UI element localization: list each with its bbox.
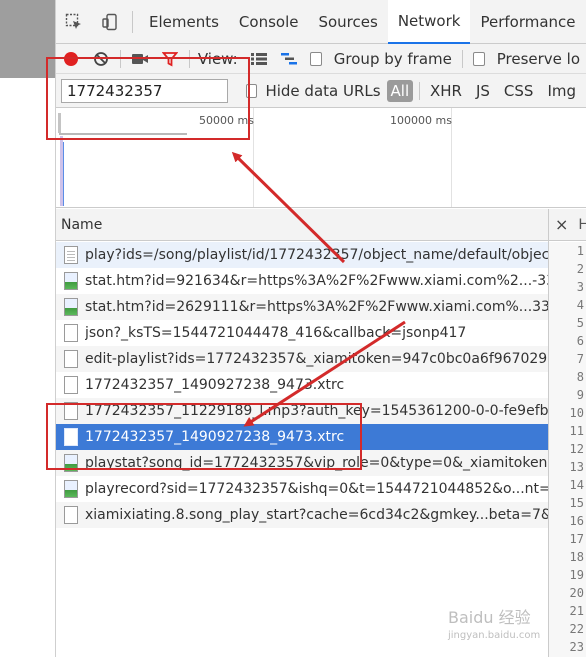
request-list: play?ids=/song/playlist/id/1772432357/ob… [56,242,548,528]
inspect-element-icon[interactable] [56,0,92,44]
group-by-frame-label: Group by frame [333,49,452,68]
line-number-gutter: 1 2 3 4 5 6 7 8 9 10 11 12 13 14 15 16 17 18 19 20 21 22 23 [549,242,586,657]
file-icon [64,376,78,394]
request-row[interactable]: xiamixiating.8.song_play_start?cache=6cd… [56,502,548,528]
waterfall-icon[interactable] [274,44,304,74]
overview-activity [63,142,64,206]
tab-console[interactable]: Console [229,0,309,44]
name-column-label: Name [61,216,103,233]
tab-elements[interactable]: Elements [139,0,229,44]
line-number: 4 [576,298,584,312]
line-number: 3 [576,280,584,294]
line-number: 9 [576,388,584,402]
annotation-box-filter [46,57,250,140]
request-row[interactable]: stat.htm?id=2629111&r=https%3A%2F%2Fwww.… [56,294,548,320]
file-icon [64,324,78,342]
line-number: 8 [576,370,584,384]
group-by-frame-checkbox[interactable] [309,51,322,66]
preserve-log-checkbox[interactable] [472,51,485,66]
detail-pane-header: × H [549,209,586,241]
line-number: 11 [569,424,584,438]
tab-network[interactable]: Network [387,0,471,44]
image-icon [64,480,78,498]
line-number: 5 [576,316,584,330]
watermark: Baidu 经验 jingyan.baidu.com [448,604,584,650]
request-name: 1772432357_1490927238_9473.xtrc [85,377,345,393]
tab-headers[interactable]: H [578,217,586,233]
request-row[interactable]: 1772432357_1490927238_9473.xtrc [56,372,548,398]
device-toolbar-icon[interactable] [92,0,128,44]
name-column-header[interactable]: Name [56,209,548,241]
line-number: 13 [569,460,584,474]
preserve-log-label: Preserve lo [496,49,581,68]
image-icon [64,298,78,316]
filter-type-js[interactable]: JS [472,80,494,102]
request-name: stat.htm?id=2629111&r=https%3A%2F%2Fwww.… [85,299,548,315]
line-number: 14 [569,478,584,492]
image-icon [64,272,78,290]
request-name: play?ids=/song/playlist/id/1772432357/ob… [85,247,548,263]
line-number: 18 [569,550,584,564]
filter-type-css[interactable]: CSS [500,80,538,102]
request-row[interactable]: edit-playlist?ids=1772432357&_xiamitoken… [56,346,548,372]
request-name: xiamixiating.8.song_play_start?cache=6cd… [85,507,548,523]
line-number: 2 [576,262,584,276]
devtools-tabbar: Elements Console Sources Network Perform… [56,0,586,44]
line-number: 6 [576,334,584,348]
watermark-main: Baidu 经验 [448,608,531,627]
tab-separator [132,10,133,33]
request-name: json?_ksTS=1544721044478_416&callback=js… [85,325,467,341]
request-name: stat.htm?id=921634&r=https%3A%2F%2Fwww.x… [85,273,548,289]
filter-type-img[interactable]: Img [543,80,580,102]
request-row[interactable]: playrecord?sid=1772432357&ishq=0&t=15447… [56,476,548,502]
request-row[interactable]: play?ids=/song/playlist/id/1772432357/ob… [56,242,548,268]
line-number: 10 [569,406,584,420]
request-name: playrecord?sid=1772432357&ishq=0&t=15447… [85,481,548,497]
request-row[interactable]: stat.htm?id=921634&r=https%3A%2F%2Fwww.x… [56,268,548,294]
toolbar-separator [419,81,420,100]
tab-performance[interactable]: Performance [470,0,585,44]
line-number: 17 [569,532,584,546]
line-number: 16 [569,514,584,528]
overview-tick-label: 100000 ms [390,114,452,127]
line-number: 12 [569,442,584,456]
watermark-sub: jingyan.baidu.com [448,630,541,641]
line-number: 1 [576,244,584,258]
doc-icon [64,246,78,264]
line-number: 15 [569,496,584,510]
tab-sources[interactable]: Sources [308,0,387,44]
line-number: 20 [569,586,584,600]
file-icon [64,506,78,524]
filter-type-all[interactable]: All [386,79,414,102]
line-number: 19 [569,568,584,582]
filter-type-xhr[interactable]: XHR [426,80,466,102]
annotation-box-result [46,403,362,470]
file-icon [64,350,78,368]
close-icon[interactable]: × [555,215,568,234]
request-row[interactable]: json?_ksTS=1544721044478_416&callback=js… [56,320,548,346]
request-name: edit-playlist?ids=1772432357&_xiamitoken… [85,351,548,367]
toolbar-separator [461,49,463,68]
hide-data-urls-label: Hide data URLs [265,81,381,100]
line-number: 7 [576,352,584,366]
